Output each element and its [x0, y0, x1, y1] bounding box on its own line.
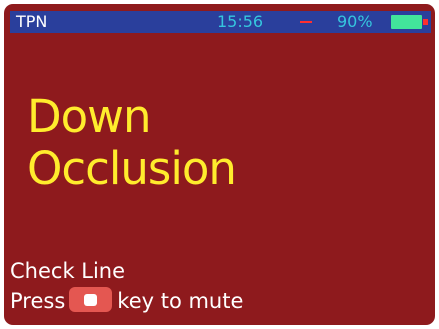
alarm-title: Down Occlusion [27, 90, 237, 195]
mute-instruction-prefix: Press [10, 289, 66, 313]
battery-icon [391, 15, 422, 29]
battery-percentage: 90% [337, 12, 373, 31]
clock: 15:56 [217, 12, 264, 31]
alarm-title-line-1: Down [27, 90, 152, 143]
mute-key-icon [69, 287, 113, 312]
alarm-dash-icon [300, 21, 312, 23]
check-line-message: Check Line [10, 259, 126, 283]
status-bar: TPN 15:56 90% [10, 11, 431, 33]
alarm-title-line-2: Occlusion [27, 142, 237, 195]
mute-instruction: Press key to mute [10, 287, 243, 314]
battery-terminal-icon [423, 19, 428, 25]
infusion-pump-alarm-screen: TPN 15:56 90% Down Occlusion Check Line … [4, 4, 435, 325]
mute-instruction-suffix: key to mute [117, 289, 244, 313]
therapy-label: TPN [16, 12, 48, 31]
